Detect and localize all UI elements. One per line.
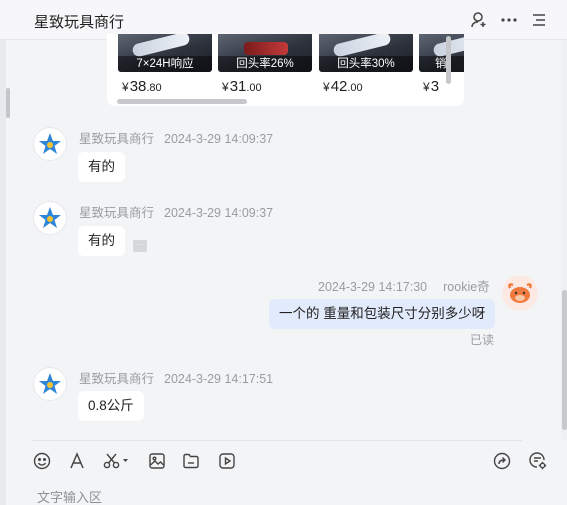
read-status: 已读 [470,333,495,347]
product-caption: 回头率30% [319,56,413,72]
scissors-icon[interactable] [102,451,130,471]
shop-avatar[interactable] [33,367,67,401]
message-meta: 2024-3-29 14:17:30 rookie奇 [318,276,490,295]
message-bubble[interactable]: 有的 [78,226,125,256]
product-price: ¥3 [423,78,440,95]
message-time: 2024-3-29 14:09:37 [164,206,274,220]
more-icon[interactable] [500,11,518,29]
settings-chat-icon[interactable] [528,451,548,471]
add-user-icon[interactable] [470,11,488,29]
sender-name: rookie奇 [443,280,490,294]
font-icon[interactable] [67,451,87,471]
product-item[interactable]: 销 ¥3 [419,34,464,95]
share-icon[interactable] [492,451,512,471]
message-time: 2024-3-29 14:17:51 [164,372,274,386]
video-icon[interactable] [217,451,237,471]
product-caption: 销 [419,56,464,72]
product-price: ¥42.00 [323,78,363,95]
product-image: 7×24H响应 [118,34,212,72]
product-price: ¥31.00 [222,78,262,95]
product-price: ¥38.80 [122,78,162,95]
image-icon[interactable] [147,451,167,471]
left-scrollbar[interactable] [6,88,10,118]
message-time: 2024-3-29 14:17:30 [318,280,428,294]
message-more-icon[interactable]: ··· [133,240,147,252]
product-item[interactable]: 7×24H响应 ¥38.80 [118,34,212,95]
menu-icon[interactable] [530,11,548,29]
message-bubble[interactable]: 一个的 重量和包装尺寸分别多少呀 [269,299,496,329]
sender-name: 星致玩具商行 [79,372,155,386]
product-image: 销 [419,34,464,72]
card-horizontal-scrollbar[interactable] [117,99,247,104]
sender-name: 星致玩具商行 [79,206,155,220]
message-meta: 星致玩具商行 2024-3-29 14:17:51 [79,368,273,387]
emoji-icon[interactable] [32,451,52,471]
message-input[interactable]: 文字输入区 [37,487,102,505]
input-divider [32,440,522,441]
product-card[interactable]: 7×24H响应 ¥38.80 回头率26% ¥31.00 回头率30% ¥42.… [107,34,464,106]
folder-icon[interactable] [181,451,201,471]
product-item[interactable]: 回头率30% ¥42.00 [319,34,413,95]
message-meta: 星致玩具商行 2024-3-29 14:09:37 [79,202,273,221]
chat-scrollbar[interactable] [562,290,567,430]
sender-name: 星致玩具商行 [79,132,155,146]
shop-avatar[interactable] [33,127,67,161]
product-item[interactable]: 回头率26% ¥31.00 [218,34,312,95]
product-caption: 回头率26% [218,56,312,72]
product-image: 回头率26% [218,34,312,72]
user-avatar[interactable] [502,275,538,311]
message-bubble[interactable]: 有的 [78,152,125,182]
message-time: 2024-3-29 14:09:37 [164,132,274,146]
shop-avatar[interactable] [33,201,67,235]
product-caption: 7×24H响应 [118,56,212,72]
message-meta: 星致玩具商行 2024-3-29 14:09:37 [79,128,273,147]
product-image: 回头率30% [319,34,413,72]
message-bubble[interactable]: 0.8公斤 [78,391,144,421]
card-vertical-scrollbar[interactable] [446,36,451,84]
chat-title: 星致玩具商行 [34,14,125,31]
